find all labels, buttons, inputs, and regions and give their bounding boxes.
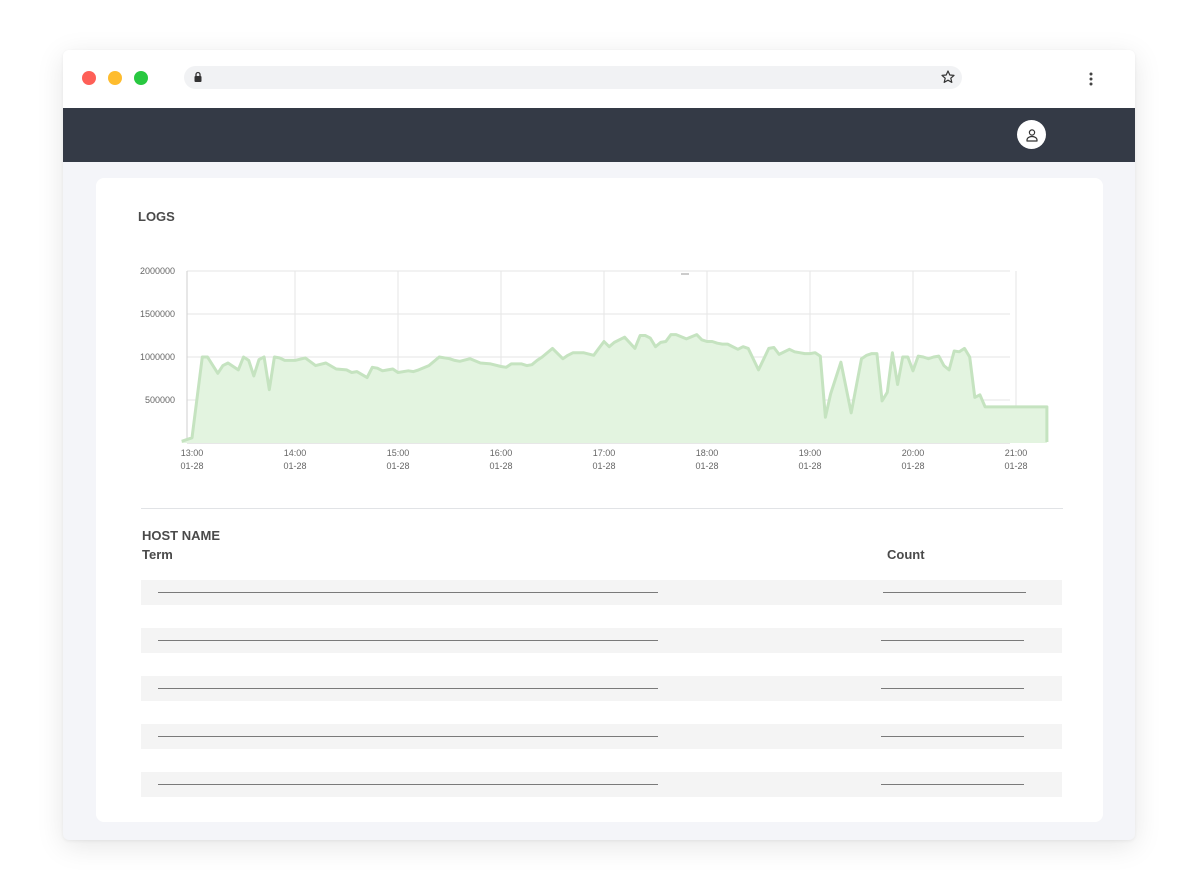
- x-tick-date-label: 01-28: [180, 461, 203, 471]
- x-tick-date-label: 01-28: [283, 461, 306, 471]
- term-placeholder: [158, 784, 658, 785]
- x-tick-date-label: 01-28: [386, 461, 409, 471]
- x-tick-date-label: 01-28: [901, 461, 924, 471]
- kebab-menu-icon[interactable]: [1085, 70, 1097, 88]
- series-area: [181, 334, 1047, 443]
- browser-window: LOGS 2000000 1500000 1000000 500000 13:00 01-…: [63, 50, 1135, 840]
- x-tick-date-label: 01-28: [798, 461, 821, 471]
- maximize-window-button[interactable]: [134, 71, 148, 85]
- x-tick-date-label: 01-28: [1004, 461, 1027, 471]
- y-tick-label: 500000: [145, 395, 175, 405]
- section-divider: [141, 508, 1063, 509]
- term-placeholder: [158, 640, 658, 641]
- top-navbar: [63, 108, 1135, 162]
- count-placeholder: [883, 592, 1026, 593]
- browser-chrome: [63, 50, 1135, 108]
- minimize-window-button[interactable]: [108, 71, 122, 85]
- x-tick-label: 17:00: [593, 448, 616, 458]
- term-placeholder: [158, 592, 658, 593]
- count-placeholder: [881, 736, 1024, 737]
- count-placeholder: [881, 784, 1024, 785]
- x-tick-label: 13:00: [181, 448, 204, 458]
- column-header-term: Term: [142, 547, 173, 562]
- term-placeholder: [158, 688, 658, 689]
- y-tick-label: 1000000: [140, 352, 175, 362]
- x-tick-label: 20:00: [902, 448, 925, 458]
- table-row[interactable]: [141, 772, 1062, 797]
- address-bar[interactable]: [184, 66, 962, 89]
- table-row[interactable]: [141, 724, 1062, 749]
- x-tick-date-label: 01-28: [695, 461, 718, 471]
- lock-icon: [194, 71, 202, 82]
- host-name-title: HOST NAME: [142, 528, 220, 543]
- x-tick-label: 19:00: [799, 448, 822, 458]
- count-placeholder: [881, 640, 1024, 641]
- user-icon: [1025, 128, 1038, 142]
- x-tick-label: 15:00: [387, 448, 410, 458]
- table-row[interactable]: [141, 676, 1062, 701]
- column-header-count: Count: [887, 547, 925, 562]
- x-tick-date-label: 01-28: [489, 461, 512, 471]
- user-avatar-button[interactable]: [1017, 120, 1046, 149]
- close-window-button[interactable]: [82, 71, 96, 85]
- star-icon[interactable]: [940, 69, 956, 85]
- table-row[interactable]: [141, 580, 1062, 605]
- x-tick-label: 14:00: [284, 448, 307, 458]
- x-tick-label: 18:00: [696, 448, 719, 458]
- y-tick-label: 1500000: [140, 309, 175, 319]
- term-placeholder: [158, 736, 658, 737]
- logs-card: LOGS 2000000 1500000 1000000 500000 13:00 01-…: [96, 178, 1103, 822]
- x-tick-date-label: 01-28: [592, 461, 615, 471]
- table-row[interactable]: [141, 628, 1062, 653]
- count-placeholder: [881, 688, 1024, 689]
- logs-chart: 2000000 1500000 1000000 500000 13:00 01-28 14:…: [140, 266, 1049, 471]
- x-tick-label: 21:00: [1005, 448, 1028, 458]
- x-tick-label: 16:00: [490, 448, 513, 458]
- y-tick-label: 2000000: [140, 266, 175, 276]
